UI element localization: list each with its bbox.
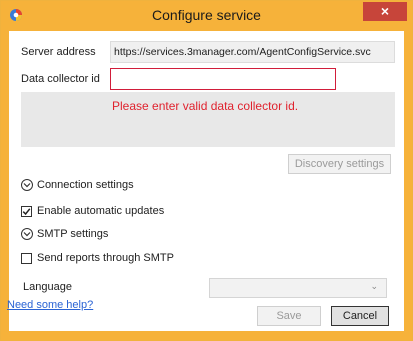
smtp-settings-label: SMTP settings (37, 228, 109, 240)
connection-settings-expander[interactable]: Connection settings (21, 179, 134, 191)
window-title: Configure service (152, 7, 261, 23)
discovery-settings-button[interactable]: Discovery settings (288, 154, 391, 174)
server-address-field: https://services.3manager.com/AgentConfi… (110, 41, 395, 63)
title-bar: Configure service × (1, 1, 412, 31)
enable-updates-checkbox[interactable] (21, 205, 32, 217)
configure-service-window: Configure service × Server address https… (0, 0, 413, 341)
cancel-button[interactable]: Cancel (331, 306, 389, 326)
connection-settings-label: Connection settings (37, 179, 134, 191)
enable-updates-label: Enable automatic updates (37, 205, 165, 217)
chevron-down-circle-icon (21, 228, 33, 240)
error-panel: Please enter valid data collector id. (21, 92, 395, 147)
help-link[interactable]: Need some help? (7, 299, 93, 311)
chevron-down-icon: ⌄ (370, 281, 378, 291)
close-button[interactable]: × (363, 2, 407, 21)
language-select[interactable]: ⌄ (209, 278, 387, 298)
language-label: Language (23, 281, 72, 293)
data-collector-id-label: Data collector id (21, 73, 100, 85)
chevron-down-circle-icon (21, 179, 33, 191)
close-icon: × (380, 3, 390, 19)
data-collector-id-input[interactable] (110, 68, 336, 90)
smtp-settings-expander[interactable]: SMTP settings (21, 228, 108, 240)
save-button[interactable]: Save (257, 306, 321, 326)
enable-updates-row[interactable]: Enable automatic updates (21, 205, 164, 217)
send-reports-checkbox[interactable] (21, 252, 32, 264)
dialog-body: Server address https://services.3manager… (7, 31, 404, 331)
checkmark-icon (22, 207, 31, 215)
send-reports-row[interactable]: Send reports through SMTP (21, 252, 174, 264)
error-message: Please enter valid data collector id. (112, 99, 299, 113)
send-reports-label: Send reports through SMTP (37, 252, 174, 264)
server-address-label: Server address (21, 46, 96, 58)
